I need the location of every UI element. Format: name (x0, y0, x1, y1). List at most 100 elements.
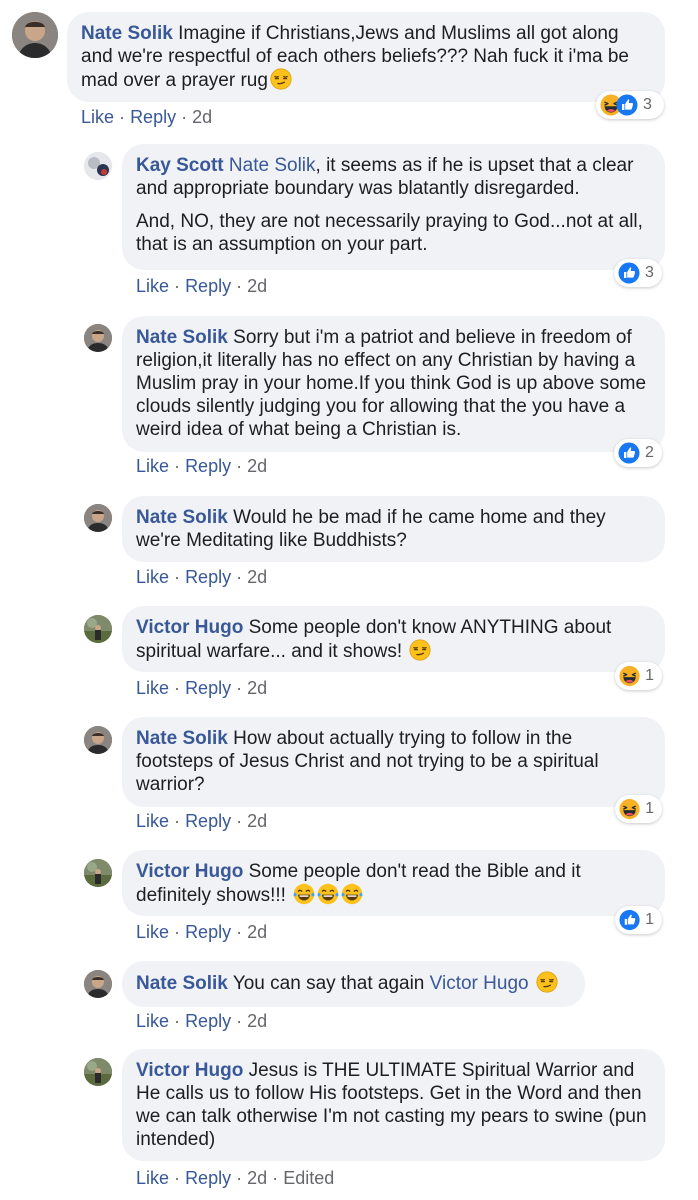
separator: · (236, 678, 243, 698)
separator: · (119, 107, 126, 127)
timestamp-link[interactable]: 2d (247, 276, 267, 296)
reaction-count: 1 (645, 911, 654, 928)
author-name[interactable]: Victor Hugo (136, 1060, 243, 1081)
comment-actions: Like · Reply · 2d (136, 275, 267, 297)
separator: · (272, 1168, 279, 1188)
comment-actions: Like · Reply · 2d (81, 106, 212, 128)
timestamp-link[interactable]: 2d (247, 1168, 267, 1188)
edited-label[interactable]: Edited (283, 1168, 334, 1188)
comment-actions: Like · Reply · 2d · Edited (136, 1167, 334, 1189)
reply-button[interactable]: Reply (185, 276, 231, 296)
laughing-tears-emoji-icon (293, 883, 315, 905)
reply-button[interactable]: Reply (185, 1011, 231, 1031)
reactions-summary[interactable]: 2 (614, 439, 662, 467)
author-name[interactable]: Victor Hugo (136, 861, 243, 882)
timestamp-link[interactable]: 2d (247, 678, 267, 698)
author-name[interactable]: Nate Solik (136, 728, 228, 749)
like-button[interactable]: Like (136, 567, 169, 587)
like-button[interactable]: Like (136, 456, 169, 476)
reaction-count: 2 (645, 444, 654, 461)
haha-icon (619, 665, 640, 687)
like-icon (619, 909, 640, 931)
avatar-victor-hugo[interactable] (84, 859, 112, 887)
separator: · (174, 276, 181, 296)
separator: · (236, 456, 243, 476)
separator: · (236, 811, 243, 831)
like-button[interactable]: Like (136, 922, 169, 942)
reply-button[interactable]: Reply (185, 922, 231, 942)
like-button[interactable]: Like (136, 811, 169, 831)
comment-actions: Like · Reply · 2d (136, 455, 267, 477)
comment-bubble: Nate Solik You can say that again Victor… (122, 961, 585, 1007)
timestamp-link[interactable]: 2d (192, 107, 212, 127)
timestamp-link[interactable]: 2d (247, 456, 267, 476)
avatar-victor-hugo[interactable] (84, 615, 112, 643)
like-button[interactable]: Like (136, 276, 169, 296)
separator: · (174, 678, 181, 698)
laughing-tears-emoji-icon (317, 883, 339, 905)
comment-actions: Like · Reply · 2d (136, 1010, 267, 1032)
separator: · (236, 1168, 243, 1188)
separator: · (174, 1168, 181, 1188)
smirk-emoji-icon (409, 639, 431, 661)
comment-text-paragraph-2: And, NO, they are not necessarily prayin… (136, 211, 643, 255)
avatar-nate-solik[interactable] (84, 324, 112, 352)
timestamp-link[interactable]: 2d (247, 1011, 267, 1031)
comment-bubble: Nate Solik Sorry but i'm a patriot and b… (122, 316, 665, 452)
comment-bubble: Nate Solik Imagine if Christians,Jews an… (67, 12, 665, 102)
reactions-summary[interactable]: 1 (615, 795, 662, 823)
like-button[interactable]: Like (136, 1011, 169, 1031)
author-name[interactable]: Nate Solik (81, 23, 173, 44)
like-icon (618, 442, 640, 464)
reaction-count: 3 (645, 264, 654, 281)
author-name[interactable]: Nate Solik (136, 973, 228, 994)
mention-link[interactable]: Nate Solik (229, 155, 316, 176)
like-button[interactable]: Like (81, 107, 114, 127)
avatar-nate-solik[interactable] (84, 970, 112, 998)
separator: · (236, 276, 243, 296)
laughing-tears-emoji-icon (341, 883, 363, 905)
separator: · (174, 1011, 181, 1031)
timestamp-link[interactable]: 2d (247, 922, 267, 942)
timestamp-link[interactable]: 2d (247, 567, 267, 587)
comment-bubble: Victor Hugo Some people don't know ANYTH… (122, 606, 665, 672)
like-button[interactable]: Like (136, 678, 169, 698)
reaction-count: 1 (645, 667, 654, 684)
separator: · (174, 456, 181, 476)
reply-button[interactable]: Reply (130, 107, 176, 127)
comment-bubble: Nate Solik How about actually trying to … (122, 717, 665, 807)
reactions-summary[interactable]: 3 (596, 91, 664, 119)
separator: · (181, 107, 188, 127)
comment-text: You can say that again (232, 973, 425, 994)
author-name[interactable]: Victor Hugo (136, 617, 243, 638)
reply-button[interactable]: Reply (185, 811, 231, 831)
timestamp-link[interactable]: 2d (247, 811, 267, 831)
reply-button[interactable]: Reply (185, 567, 231, 587)
avatar-nate-solik[interactable] (84, 726, 112, 754)
comment-bubble: Kay Scott Nate Solik, it seems as if he … (122, 144, 665, 270)
avatar-victor-hugo[interactable] (84, 1058, 112, 1086)
separator: · (236, 1011, 243, 1031)
like-button[interactable]: Like (136, 1168, 169, 1188)
comment-actions: Like · Reply · 2d (136, 921, 267, 943)
avatar-kay-scott[interactable] (84, 152, 112, 180)
comment-actions: Like · Reply · 2d (136, 677, 267, 699)
reply-button[interactable]: Reply (185, 1168, 231, 1188)
avatar-nate-solik[interactable] (12, 12, 58, 58)
separator: · (236, 567, 243, 587)
reactions-summary[interactable]: 1 (615, 906, 662, 934)
reply-button[interactable]: Reply (185, 456, 231, 476)
smirk-emoji-icon (536, 971, 558, 993)
author-name[interactable]: Nate Solik (136, 327, 228, 348)
reply-button[interactable]: Reply (185, 678, 231, 698)
author-name[interactable]: Kay Scott (136, 155, 224, 176)
mention-link[interactable]: Victor Hugo (430, 973, 529, 994)
avatar-nate-solik[interactable] (84, 504, 112, 532)
comment-bubble: Victor Hugo Jesus is THE ULTIMATE Spirit… (122, 1049, 665, 1161)
reactions-summary[interactable]: 1 (615, 662, 662, 690)
author-name[interactable]: Nate Solik (136, 507, 228, 528)
reactions-summary[interactable]: 3 (614, 259, 662, 287)
separator: · (174, 922, 181, 942)
separator: · (174, 567, 181, 587)
comment-bubble: Victor Hugo Some people don't read the B… (122, 850, 665, 916)
